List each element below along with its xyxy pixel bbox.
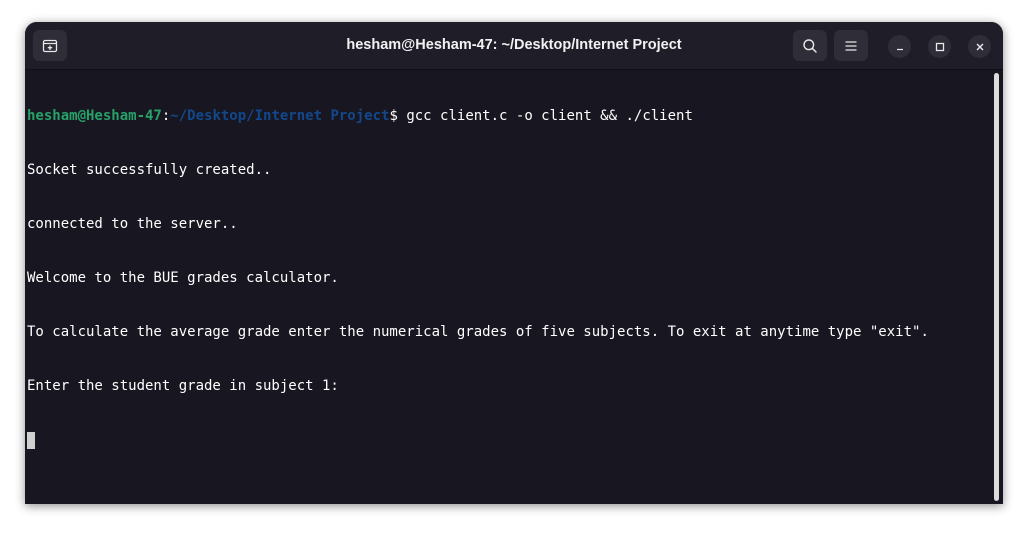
terminal-output[interactable]: hesham@Hesham-47:~/Desktop/Internet Proj… xyxy=(27,71,993,501)
new-tab-icon xyxy=(42,39,58,52)
output-line: Enter the student grade in subject 1: xyxy=(27,378,339,394)
close-icon xyxy=(976,43,983,50)
hamburger-menu-icon xyxy=(845,40,857,51)
titlebar: hesham@Hesham-47: ~/Desktop/Internet Pro… xyxy=(25,22,1003,70)
search-button[interactable] xyxy=(793,30,827,61)
maximize-icon xyxy=(935,42,944,51)
scrollbar[interactable] xyxy=(994,73,999,501)
search-icon xyxy=(803,38,817,53)
prompt-command: gcc client.c -o client && ./client xyxy=(406,108,693,124)
prompt-line: hesham@Hesham-47:~/Desktop/Internet Proj… xyxy=(27,107,993,125)
output-line: To calculate the average grade enter the… xyxy=(27,324,929,340)
close-button[interactable] xyxy=(968,35,991,58)
prompt-path: ~/Desktop/Internet Project xyxy=(170,108,390,124)
output-line: connected to the server.. xyxy=(27,216,238,232)
prompt-user-host: hesham@Hesham-47 xyxy=(27,108,162,124)
minimize-icon xyxy=(896,48,903,50)
new-tab-button[interactable] xyxy=(33,30,67,61)
output-line: Socket successfully created.. xyxy=(27,162,272,178)
output-line: Welcome to the BUE grades calculator. xyxy=(27,270,339,286)
minimize-button[interactable] xyxy=(888,35,911,58)
window-title: hesham@Hesham-47: ~/Desktop/Internet Pro… xyxy=(346,37,682,53)
prompt-symbol: $ xyxy=(389,108,407,124)
cursor-line xyxy=(27,431,993,449)
maximize-button[interactable] xyxy=(928,35,951,58)
menu-button[interactable] xyxy=(834,30,868,61)
terminal-window: hesham@Hesham-47: ~/Desktop/Internet Pro… xyxy=(25,22,1003,504)
text-cursor xyxy=(27,432,35,449)
